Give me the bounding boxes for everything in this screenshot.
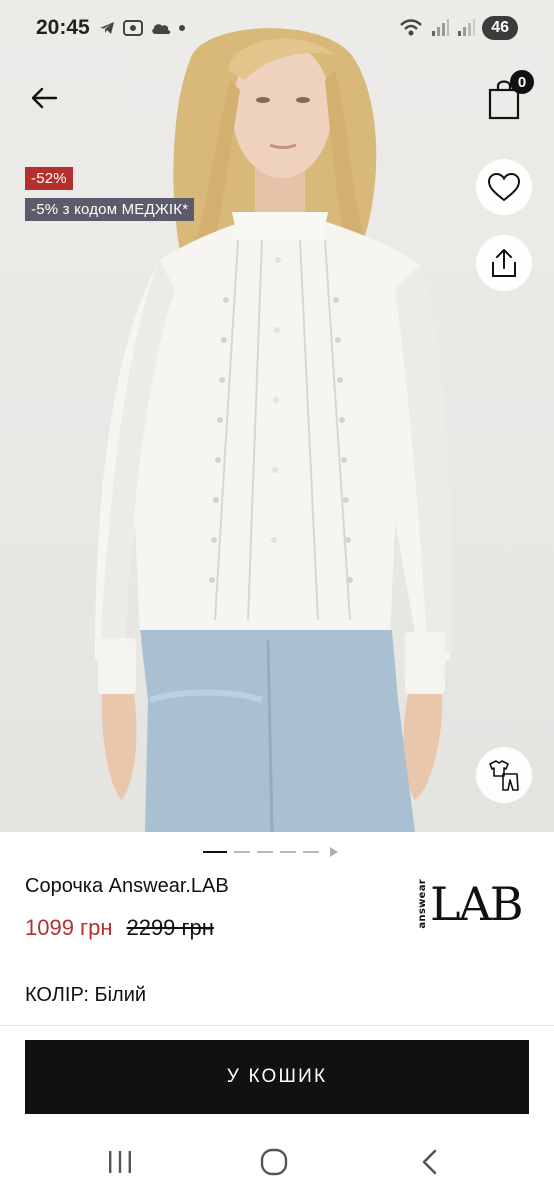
heart-icon bbox=[487, 172, 521, 202]
cart-count-badge: 0 bbox=[510, 70, 534, 94]
nav-back-button[interactable] bbox=[400, 1142, 460, 1182]
pager-dot[interactable] bbox=[234, 851, 250, 853]
cart-button[interactable]: 0 bbox=[482, 70, 540, 122]
wifi-icon bbox=[400, 19, 423, 36]
wishlist-button[interactable] bbox=[476, 159, 532, 215]
status-bar: 20:45 46 bbox=[0, 0, 554, 56]
divider bbox=[0, 1025, 554, 1026]
status-time: 20:45 bbox=[36, 16, 90, 39]
system-nav-bar bbox=[0, 1130, 554, 1200]
notification-dot-icon bbox=[179, 25, 185, 31]
promo-code-tag: -5% з кодом МЕДЖІК* bbox=[25, 198, 195, 221]
battery-badge: 46 bbox=[482, 16, 518, 40]
price-row: 1099 грн 2299 грн bbox=[25, 915, 214, 941]
color-label: КОЛІР: bbox=[25, 984, 89, 1006]
product-image[interactable] bbox=[0, 0, 554, 832]
outfit-icon bbox=[489, 760, 519, 791]
pager-dot[interactable] bbox=[303, 851, 319, 853]
product-title: Сорочка Answear.LAB bbox=[25, 875, 229, 897]
brand-logo-side-text: answear bbox=[417, 879, 428, 929]
price-current: 1099 грн bbox=[25, 915, 113, 940]
home-icon bbox=[260, 1148, 288, 1176]
screenshot-icon bbox=[123, 20, 143, 36]
brand-logo[interactable]: answear LAB bbox=[417, 877, 524, 931]
recents-button[interactable] bbox=[90, 1142, 150, 1182]
share-icon bbox=[492, 249, 516, 277]
pager-dot[interactable] bbox=[280, 851, 296, 853]
add-to-cart-button[interactable]: У КОШИК bbox=[25, 1040, 529, 1114]
discount-tag: -52% bbox=[25, 167, 73, 190]
complete-look-button[interactable] bbox=[476, 747, 532, 803]
signal-2-icon bbox=[458, 19, 476, 36]
telegram-icon bbox=[100, 22, 114, 34]
signal-icon bbox=[432, 19, 450, 36]
gallery-pager bbox=[203, 845, 338, 859]
nav-back-icon bbox=[422, 1149, 437, 1175]
price-old: 2299 грн bbox=[126, 915, 214, 940]
home-button[interactable] bbox=[244, 1142, 304, 1182]
pager-next-icon[interactable] bbox=[330, 847, 338, 857]
brand-logo-main-text: LAB bbox=[430, 877, 524, 931]
color-info: КОЛІР: Білий bbox=[25, 984, 146, 1007]
pager-dot[interactable] bbox=[257, 851, 273, 853]
recents-icon bbox=[109, 1151, 131, 1173]
color-value: Білий bbox=[94, 984, 147, 1006]
back-arrow-icon bbox=[31, 87, 58, 109]
pager-dot-active[interactable] bbox=[203, 851, 227, 853]
model-photo bbox=[95, 28, 453, 832]
back-button[interactable] bbox=[22, 76, 66, 120]
share-button[interactable] bbox=[476, 235, 532, 291]
cloud-icon bbox=[152, 24, 171, 34]
